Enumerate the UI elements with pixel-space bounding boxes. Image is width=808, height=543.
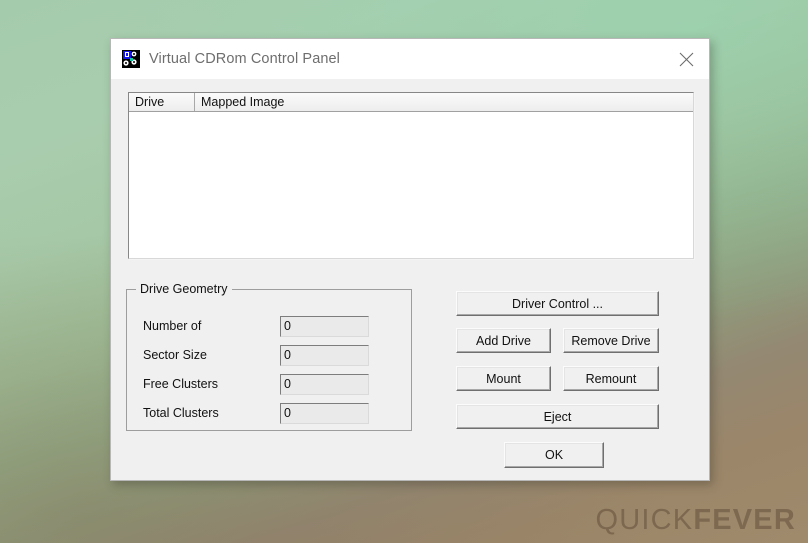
- eject-button[interactable]: Eject: [456, 404, 659, 429]
- watermark-part-two: FEVER: [693, 504, 796, 536]
- cdrom-app-icon: [122, 50, 140, 68]
- ok-button[interactable]: OK: [504, 442, 604, 468]
- geometry-row-total-clusters: Total Clusters 0: [127, 401, 411, 425]
- virtual-cdrom-control-panel-window: Virtual CDRom Control Panel Drive Mapped…: [110, 38, 710, 481]
- column-header-drive[interactable]: Drive: [129, 93, 195, 111]
- watermark-part-one: QUICK: [595, 504, 694, 536]
- field-free-clusters[interactable]: 0: [280, 373, 369, 395]
- geometry-row-free-clusters: Free Clusters 0: [127, 372, 411, 396]
- field-total-clusters[interactable]: 0: [280, 402, 369, 424]
- window-title: Virtual CDRom Control Panel: [149, 51, 341, 67]
- mapped-drives-listview[interactable]: Drive Mapped Image: [128, 92, 694, 259]
- geometry-row-number-of: Number of 0: [127, 314, 411, 338]
- field-number-of[interactable]: 0: [280, 315, 369, 337]
- add-drive-button[interactable]: Add Drive: [456, 328, 551, 353]
- listview-header-row: Drive Mapped Image: [129, 93, 693, 112]
- window-titlebar[interactable]: Virtual CDRom Control Panel: [111, 39, 709, 79]
- window-client-area: Drive Mapped Image Drive Geometry Number…: [111, 79, 709, 480]
- close-icon[interactable]: [663, 39, 709, 79]
- mount-button[interactable]: Mount: [456, 366, 551, 391]
- label-number-of: Number of: [143, 319, 202, 333]
- quickfever-watermark: QUICKFEVER: [595, 504, 796, 537]
- field-sector-size[interactable]: 0: [280, 344, 369, 366]
- drive-geometry-title: Drive Geometry: [136, 282, 232, 296]
- listview-body-empty[interactable]: [129, 112, 693, 258]
- label-free-clusters: Free Clusters: [143, 377, 219, 391]
- label-sector-size: Sector Size: [143, 348, 207, 362]
- drive-geometry-groupbox: Drive Geometry Number of 0 Sector Size 0…: [126, 282, 412, 431]
- label-total-clusters: Total Clusters: [143, 406, 219, 420]
- remount-button[interactable]: Remount: [563, 366, 659, 391]
- geometry-row-sector-size: Sector Size 0: [127, 343, 411, 367]
- remove-drive-button[interactable]: Remove Drive: [563, 328, 659, 353]
- driver-control-button[interactable]: Driver Control ...: [456, 291, 659, 316]
- column-header-mapped-image[interactable]: Mapped Image: [195, 93, 693, 111]
